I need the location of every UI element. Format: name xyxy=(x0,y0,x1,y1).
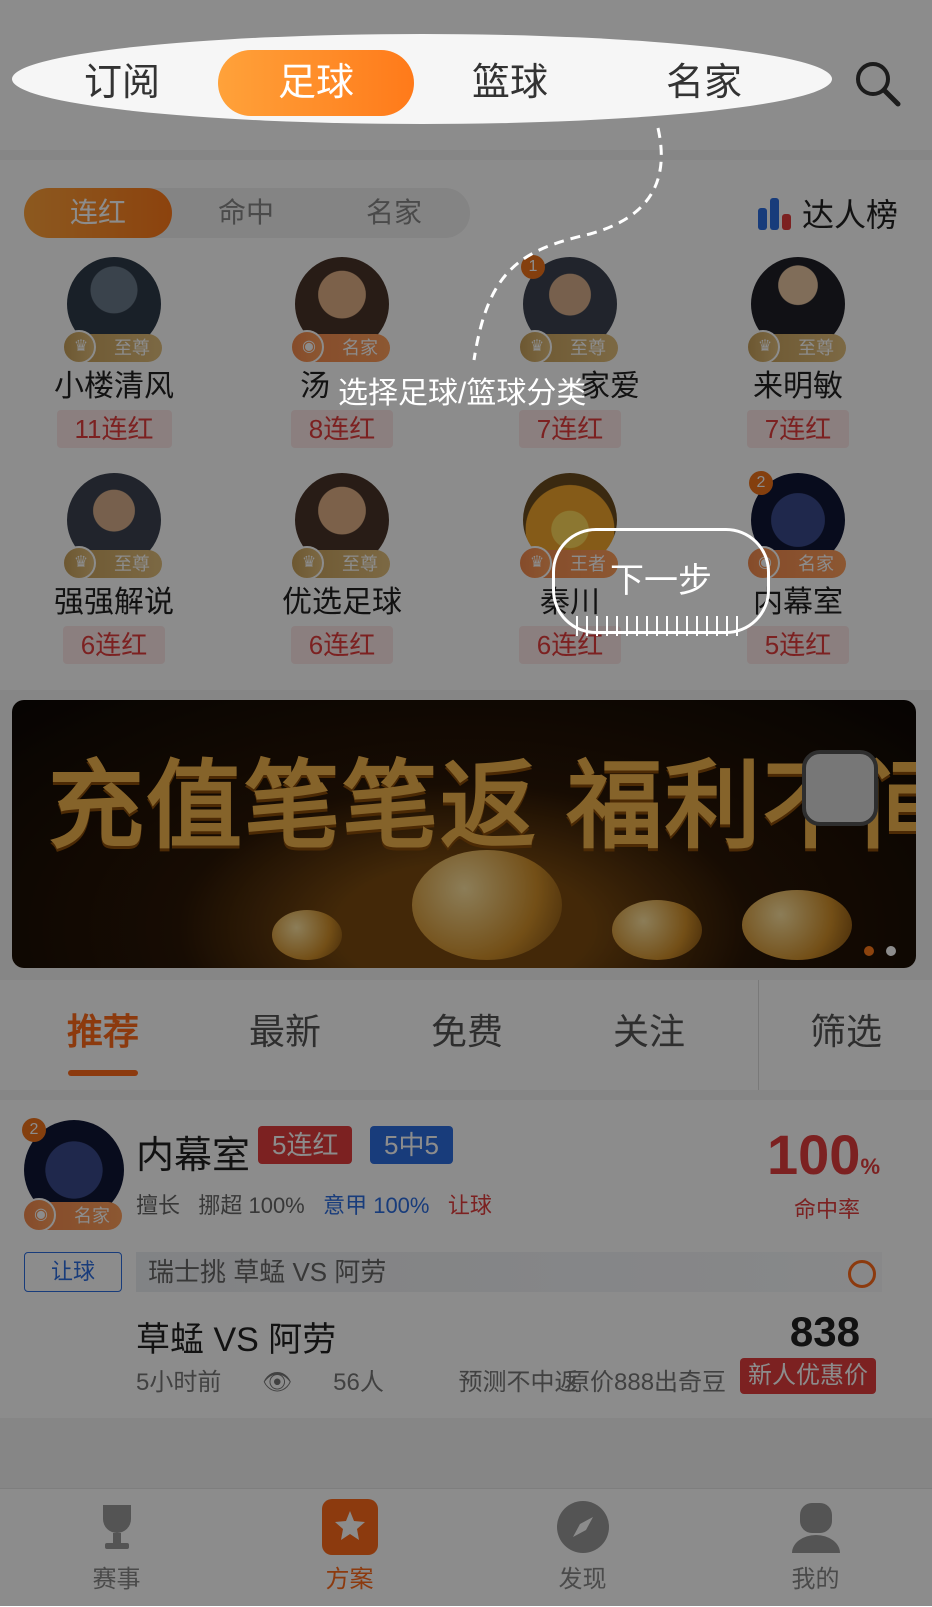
banner-coin xyxy=(742,890,852,960)
pagination-dot xyxy=(886,946,896,956)
banner-coin xyxy=(272,910,342,960)
publish-time: 5小时前 xyxy=(136,1369,222,1396)
star-document-icon xyxy=(321,1499,378,1555)
nav-plans[interactable]: 方案 xyxy=(233,1489,466,1607)
hit-rate: 100% xyxy=(767,1123,880,1186)
hit-rate-label: 命中率 xyxy=(793,1197,860,1222)
compass-icon xyxy=(555,1499,611,1555)
guide-hint: 选择足球/篮球分类 xyxy=(338,377,587,410)
tab-latest[interactable]: 最新 xyxy=(210,980,360,1090)
nav-events[interactable]: 赛事 xyxy=(0,1489,233,1607)
bottom-nav: 赛事 方案 发现 我的 xyxy=(0,1488,932,1607)
next-button-decoration xyxy=(576,616,746,636)
tab-recommend[interactable]: 推荐 xyxy=(28,980,178,1090)
eye-icon: 👁 xyxy=(262,1369,293,1396)
banner-coin xyxy=(612,900,702,960)
original-price: 原价888出奇豆 xyxy=(566,1369,727,1396)
league-info: 瑞士挑 草蜢 VS 阿劳 xyxy=(136,1252,882,1292)
nav-label: 方案 xyxy=(325,1566,374,1593)
price: 838 xyxy=(789,1308,860,1355)
banner-title: 充值笔笔返 福利不间断 xyxy=(48,753,916,860)
football-icon xyxy=(848,1260,876,1288)
nav-profile[interactable]: 我的 xyxy=(699,1489,932,1607)
promo-tag: 新人优惠价 xyxy=(740,1358,876,1394)
rank-number: 2 xyxy=(22,1118,46,1142)
nav-label: 赛事 xyxy=(92,1566,141,1593)
promo-banner[interactable]: 充值笔笔返 福利不间断 xyxy=(12,700,916,968)
banner-pagination xyxy=(864,946,896,956)
plan-card[interactable]: 2 ◉ 名家 内幕室 5连红 5中5 100% 命中率 擅长 挪超 100% 意甲… xyxy=(0,1100,932,1418)
streak-tag: 5连红 xyxy=(258,1126,353,1164)
trophy-icon xyxy=(89,1499,145,1555)
play-type-tag: 让球 xyxy=(24,1252,122,1292)
match-title: 草蜢 VS 阿劳 xyxy=(136,1321,337,1359)
robot-mascot-icon xyxy=(802,750,878,826)
nav-discover[interactable]: 发现 xyxy=(466,1489,699,1607)
tab-free[interactable]: 免费 xyxy=(392,980,542,1090)
guide-arrow xyxy=(472,127,663,361)
banner-gold-ingot xyxy=(412,850,562,960)
expert-name: 内幕室 xyxy=(136,1135,251,1177)
nav-label: 发现 xyxy=(558,1566,607,1593)
record-tag: 5中5 xyxy=(370,1126,453,1164)
filter-button[interactable]: 筛选 xyxy=(758,980,932,1090)
plan-meta: 5小时前 👁 56人 预测不中返 xyxy=(136,1362,613,1397)
speciality: 擅长 挪超 100% 意甲 100% 让球 xyxy=(136,1193,492,1218)
feed-tab-bar: 推荐 最新 免费 关注 筛选 xyxy=(0,980,932,1090)
views: 👁 56人 xyxy=(262,1369,384,1396)
pagination-dot xyxy=(864,946,874,956)
eye-icon: ◉ xyxy=(34,1206,48,1223)
user-icon xyxy=(788,1499,844,1555)
refund-note: 预测不中返 xyxy=(458,1369,579,1396)
status-badge: ◉ 名家 xyxy=(22,1198,122,1232)
tab-follow[interactable]: 关注 xyxy=(574,980,724,1090)
nav-label: 我的 xyxy=(791,1566,840,1593)
